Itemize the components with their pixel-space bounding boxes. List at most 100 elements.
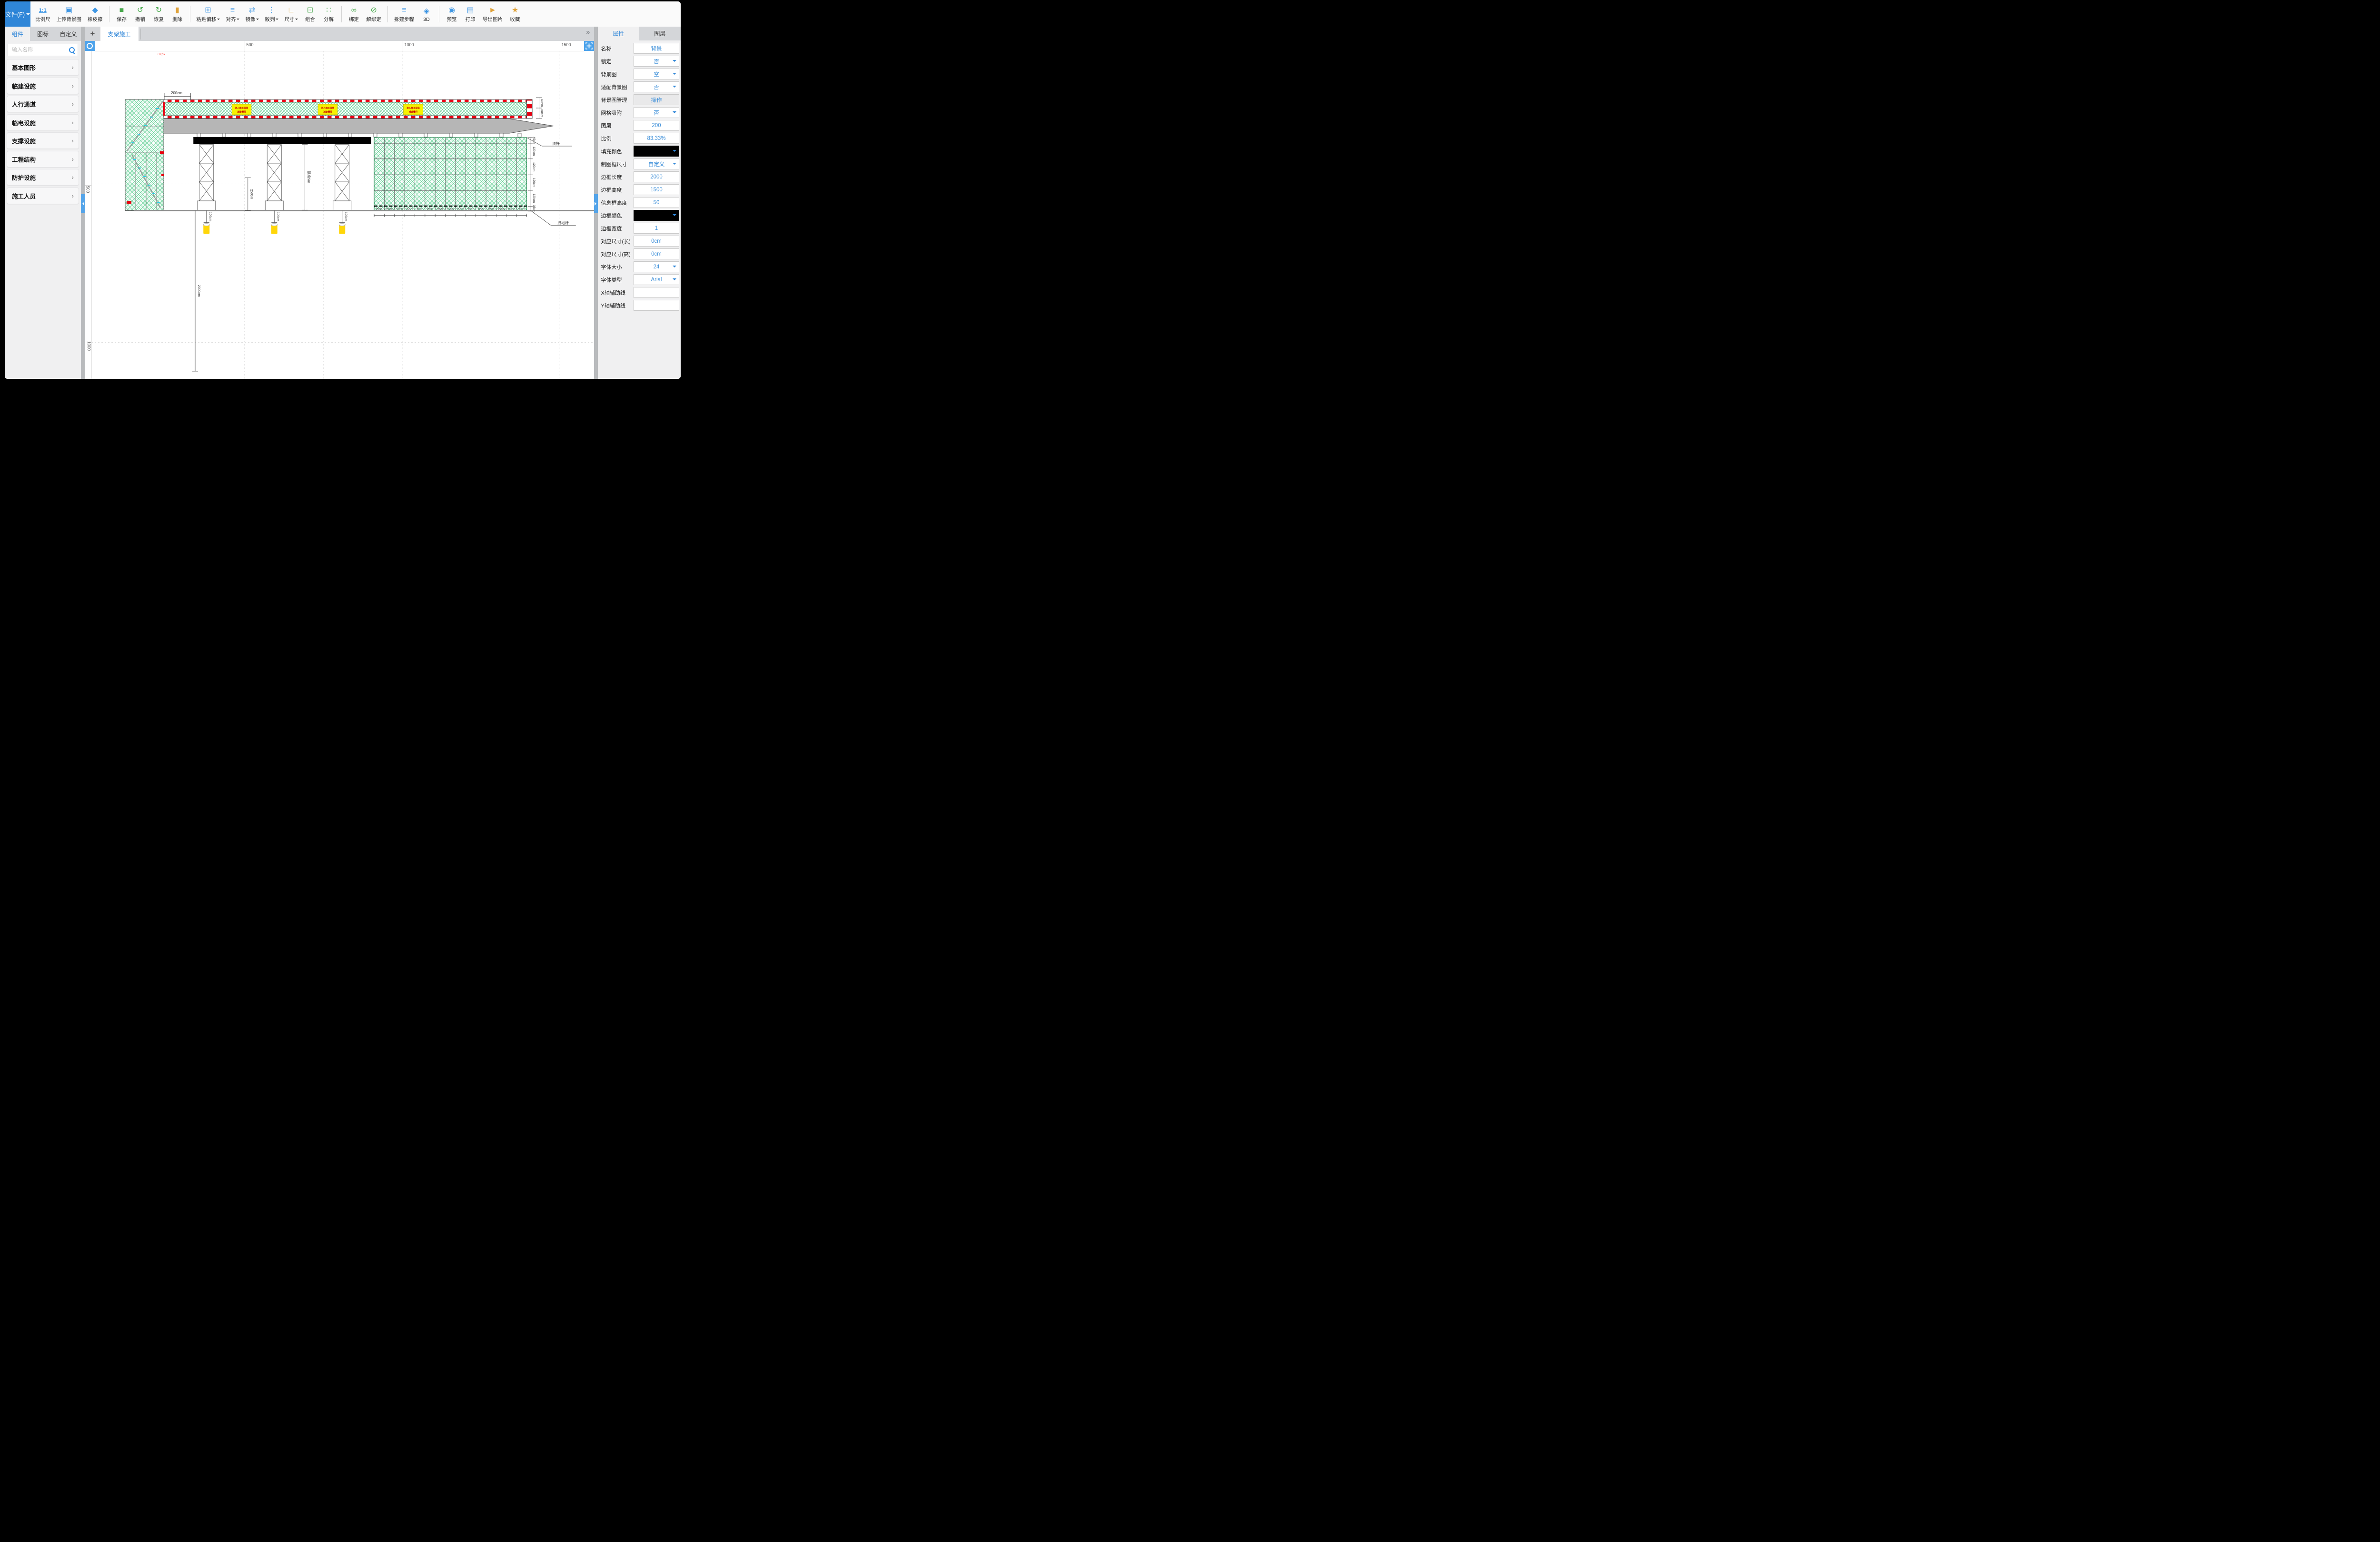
- category-engineering-structure[interactable]: 工程结构›: [7, 151, 79, 168]
- search-input[interactable]: [11, 47, 69, 53]
- background-image-select[interactable]: 空: [634, 69, 679, 79]
- collapse-panel-icon[interactable]: »: [586, 28, 590, 36]
- ruler-mark: 1000: [405, 42, 414, 47]
- x-guide-field[interactable]: [634, 287, 679, 298]
- tab-components[interactable]: 组件: [5, 27, 30, 41]
- border-length-field[interactable]: 2000: [634, 171, 679, 182]
- export-image-icon: ►: [489, 5, 496, 16]
- search-icon[interactable]: [69, 47, 75, 53]
- save-icon: ■: [119, 5, 124, 16]
- file-menu-button[interactable]: 文件(F): [5, 1, 30, 27]
- font-size-select[interactable]: 24: [634, 261, 679, 272]
- category-protective-facilities[interactable]: 防护设施›: [7, 169, 79, 186]
- locked-select[interactable]: 否: [634, 56, 679, 67]
- tool-ungroup[interactable]: ∷分解: [323, 5, 335, 23]
- chevron-down-icon: [673, 86, 676, 89]
- walkway-barrier[interactable]: [163, 99, 532, 119]
- dimension-annotations[interactable]: [164, 93, 576, 371]
- tool-paste-offset[interactable]: ⊞粘贴偏移: [197, 5, 220, 23]
- svg-text:顶杆: 顶杆: [552, 141, 560, 146]
- tab-icons[interactable]: 图标: [30, 27, 55, 41]
- support-columns[interactable]: [197, 145, 351, 211]
- scale-field[interactable]: 83.33%: [634, 133, 679, 144]
- chevron-down-icon: [673, 278, 676, 282]
- tool-favorite[interactable]: ★收藏: [509, 5, 521, 23]
- svg-text:进入施工现场: 进入施工现场: [407, 107, 420, 110]
- tool-print[interactable]: ▤打印: [464, 5, 476, 23]
- chevron-down-icon: [673, 150, 676, 154]
- right-splitter[interactable]: [594, 27, 598, 379]
- category-support-facilities[interactable]: 支撑设施›: [7, 132, 79, 149]
- fill-color-picker[interactable]: [634, 146, 679, 157]
- prop-grid-snap: 网格吸附否: [598, 106, 681, 119]
- tool-preview[interactable]: ◉预览: [446, 5, 458, 23]
- safety-mesh-panel[interactable]: [374, 138, 527, 211]
- tool-dimension[interactable]: ∟尺寸: [285, 5, 298, 23]
- collapse-left-handle[interactable]: [81, 194, 85, 213]
- prop-scale: 比例83.33%: [598, 132, 681, 145]
- scaffold-stair-tower[interactable]: [125, 99, 164, 211]
- background-manage-button[interactable]: 操作: [634, 94, 679, 105]
- tool-3d[interactable]: ◈3D: [420, 6, 433, 22]
- font-family-select[interactable]: Arial: [634, 274, 679, 285]
- ruler-origin-button[interactable]: [85, 41, 95, 51]
- tool-distribute[interactable]: ⋮散列: [265, 5, 278, 23]
- tool-scale[interactable]: 1:1比例尺: [35, 5, 50, 23]
- lattice-column: [333, 145, 351, 211]
- grid-snap-select[interactable]: 否: [634, 107, 679, 118]
- tool-eraser[interactable]: ◆橡皮擦: [88, 5, 103, 23]
- real-height-field[interactable]: 0cm: [634, 248, 679, 259]
- formwork-beam[interactable]: [193, 137, 371, 144]
- infobox-height-field[interactable]: 50: [634, 197, 679, 208]
- prop-infobox-height: 信息框高度50: [598, 196, 681, 209]
- y-guide-field[interactable]: [634, 300, 679, 311]
- origin-target-icon: [87, 43, 93, 49]
- fit-background-select[interactable]: 否: [634, 81, 679, 92]
- left-splitter[interactable]: [81, 27, 85, 379]
- tool-group[interactable]: ⊡组合: [304, 5, 317, 23]
- deck-spacer-blocks[interactable]: [197, 133, 521, 137]
- border-color-picker[interactable]: [634, 210, 679, 221]
- prop-fit-background: 适配背景图否: [598, 80, 681, 93]
- tool-align[interactable]: ≡对齐: [226, 5, 239, 23]
- chevron-right-icon: ›: [72, 192, 74, 199]
- tool-redo[interactable]: ↻恢复: [153, 5, 165, 23]
- bridge-deck-arrow[interactable]: [164, 119, 554, 134]
- distribute-icon: ⋮: [268, 5, 276, 16]
- tool-undo[interactable]: ↺撤销: [134, 5, 147, 23]
- category-temp-electric[interactable]: 临电设施›: [7, 114, 79, 131]
- category-temp-facilities[interactable]: 临建设施›: [7, 78, 79, 94]
- border-width-field[interactable]: 1: [634, 223, 679, 234]
- category-construction-workers[interactable]: 施工人员›: [7, 188, 79, 204]
- document-tab-active[interactable]: 支架施工: [100, 27, 139, 41]
- tool-delete[interactable]: ▮删除: [171, 5, 184, 23]
- border-height-field[interactable]: 1500: [634, 184, 679, 195]
- toolbar-divider: [387, 6, 388, 22]
- foundation-piles[interactable]: [203, 223, 345, 234]
- add-tab-button[interactable]: +: [88, 29, 98, 39]
- fit-view-button[interactable]: [584, 41, 594, 51]
- category-basic-shapes[interactable]: 基本图形›: [7, 59, 79, 76]
- drawing-paper[interactable]: 37px: [91, 51, 594, 379]
- horizontal-ruler[interactable]: 500 1000 1500: [95, 41, 584, 51]
- tool-export-image[interactable]: ►导出图片: [483, 5, 503, 23]
- tool-build-steps[interactable]: ≡拆建步骤: [394, 5, 414, 23]
- component-sidebar: 组件 图标 自定义 基本图形› 临建设施› 人行通道› 临电设施› 支撑设施› …: [5, 27, 81, 379]
- collapse-right-handle[interactable]: [594, 194, 598, 213]
- redo-icon: ↻: [156, 5, 162, 16]
- vertical-ruler[interactable]: 500 1000: [85, 51, 92, 379]
- tool-upload-background[interactable]: ▣上传背景图: [57, 5, 82, 23]
- tool-save[interactable]: ■保存: [116, 5, 128, 23]
- tool-mirror[interactable]: ⇄镜像: [246, 5, 259, 23]
- category-pedestrian-passage[interactable]: 人行通道›: [7, 96, 79, 112]
- tab-custom[interactable]: 自定义: [56, 27, 81, 41]
- svg-text:60cm: 60cm: [540, 99, 543, 107]
- real-length-field[interactable]: 0cm: [634, 236, 679, 247]
- layer-field[interactable]: 200: [634, 120, 679, 131]
- name-field[interactable]: 背景: [634, 43, 679, 54]
- tab-layers[interactable]: 图层: [639, 27, 681, 40]
- frame-size-select[interactable]: 自定义: [634, 158, 679, 169]
- tool-unbind[interactable]: ⊘解绑定: [367, 5, 382, 23]
- tab-properties[interactable]: 属性: [598, 27, 639, 40]
- tool-bind[interactable]: ∞绑定: [348, 5, 360, 23]
